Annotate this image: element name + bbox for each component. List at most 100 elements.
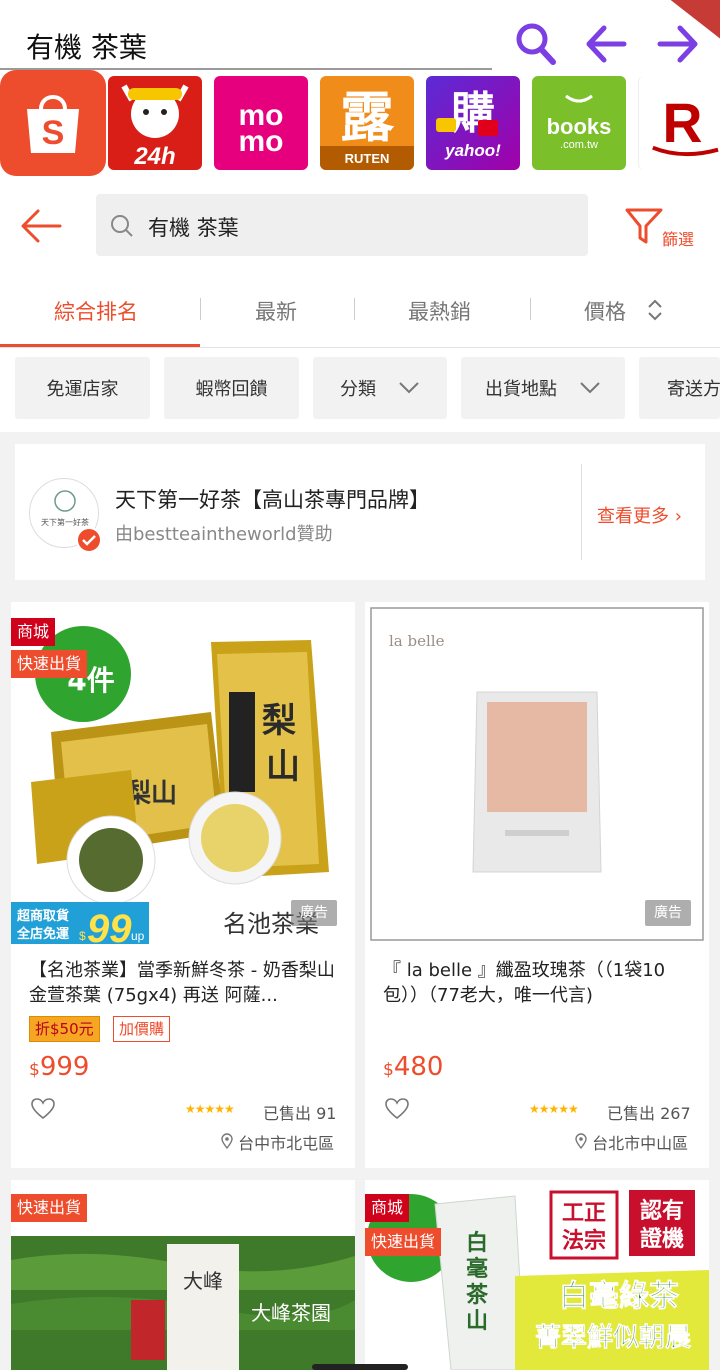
chip-label: 寄送方: [667, 379, 720, 400]
filter-funnel-icon[interactable]: [624, 206, 664, 246]
svg-text:$: $: [79, 929, 86, 943]
product-name: 【名池茶業】當季新鮮冬茶 - 奶香梨山金萱茶葉 (75gx4) 再送 阿薩...: [29, 960, 335, 1006]
heart-icon[interactable]: [31, 1098, 55, 1120]
currency-symbol: $: [29, 1060, 40, 1080]
svg-text:RUTEN: RUTEN: [345, 151, 390, 166]
chevron-down-icon: [399, 382, 419, 394]
back-arrow-icon[interactable]: [582, 18, 632, 68]
svg-text:99: 99: [87, 907, 132, 946]
svg-text:24h: 24h: [133, 143, 175, 170]
see-more-label: 查看更多: [597, 506, 669, 527]
svg-text:yahoo!: yahoo!: [444, 141, 501, 160]
fast-shipping-badge: 快速出貨: [11, 650, 88, 678]
verified-check-icon: [76, 527, 102, 553]
sponsored-by: 由bestteaintheworld贊助: [115, 524, 333, 545]
ad-tag: 廣告: [645, 900, 691, 926]
search-query-text[interactable]: 有機 茶葉: [26, 26, 147, 66]
svg-text:白: 白: [466, 1230, 488, 1256]
product-card[interactable]: 大峰 大峰茶園 快速出貨: [11, 1180, 355, 1370]
active-tab-indicator: [0, 344, 200, 347]
tab-relevance[interactable]: 綜合排名: [54, 296, 138, 326]
rakuten-icon: R: [652, 92, 719, 157]
location: 台中市北屯區: [221, 1130, 334, 1154]
tab-divider: [354, 298, 355, 320]
product-price: $480: [383, 1052, 443, 1082]
tab-top-sales[interactable]: 最熱銷: [408, 296, 471, 326]
fast-shipping-badge: 快速出貨: [11, 1194, 88, 1222]
chip-free-shipping-store[interactable]: 免運店家: [15, 357, 150, 419]
product-card[interactable]: 4件 梨 山 梨山 超商取貨 全店免運 $ 99 up 名池茶業 商城 快速出貨…: [11, 602, 355, 1168]
sort-tabs: 綜合排名 最新 最熱銷 價格: [0, 274, 720, 348]
product-price: $999: [29, 1052, 89, 1082]
rating-stars: ★★★★★: [185, 1102, 235, 1116]
product-card[interactable]: la belle 廣告 『 la belle 』纖盈玫瑰茶（（1袋10包））（7…: [365, 602, 709, 1168]
shopee-app-button[interactable]: S: [0, 70, 106, 176]
svg-text:茶: 茶: [466, 1282, 489, 1308]
sponsored-shop-card[interactable]: 天下第一好茶 天下第一好茶【高山茶專門品牌】 由bestteaintheworl…: [15, 444, 705, 580]
tab-divider: [200, 298, 201, 320]
chip-label: 分類: [340, 379, 376, 400]
yahoo-shopping-icon: 購 yahoo!: [436, 88, 501, 160]
back-arrow-icon[interactable]: [20, 206, 64, 246]
ruten-icon: 露 RUTEN: [320, 86, 414, 170]
svg-text:毫: 毫: [466, 1256, 488, 1282]
svg-text:mo: mo: [239, 125, 284, 153]
chip-label: 免運店家: [46, 379, 119, 400]
filter-label[interactable]: 篩選: [662, 226, 694, 250]
books-icon: books .com.tw: [547, 94, 611, 151]
chip-coin-cashback[interactable]: 蝦幣回饋: [164, 357, 299, 419]
svg-text:大峰茶園: 大峰茶園: [251, 1301, 331, 1325]
chip-ship-from[interactable]: 出貨地點: [461, 357, 625, 419]
shopping-app-strip: S 24h mo mo 露 RUTEN 購 yahoo! books .com.…: [0, 70, 720, 178]
rakuten-app-button[interactable]: R: [638, 76, 720, 170]
location-text: 台北市中山區: [592, 1134, 689, 1153]
forward-arrow-icon[interactable]: [652, 18, 702, 68]
search-icon: [111, 215, 133, 237]
sold-count: 已售出 267: [607, 1104, 691, 1123]
svg-text:工正: 工正: [562, 1201, 606, 1226]
svg-text:白毫綠茶: 白毫綠茶: [559, 1279, 680, 1314]
heart-icon[interactable]: [385, 1098, 409, 1120]
see-more-link[interactable]: 查看更多 ›: [597, 502, 682, 528]
svg-text:法宗: 法宗: [562, 1228, 606, 1254]
location-pin-icon: [575, 1133, 587, 1150]
product-image: 白 毫 茶 山 工正 法宗 認有 證機 白毫綠茶 菁翠鮮似朝晨 商城 快速出貨: [365, 1180, 709, 1370]
svg-text:大峰: 大峰: [183, 1269, 223, 1293]
momo-app-button[interactable]: mo mo: [214, 76, 308, 170]
shop-title: 天下第一好茶【高山茶專門品牌】: [115, 488, 430, 512]
svg-text:菁翠鮮似朝晨: 菁翠鮮似朝晨: [535, 1322, 692, 1353]
location: 台北市中山區: [575, 1130, 688, 1154]
svg-text:山: 山: [466, 1308, 488, 1334]
add-on-tag: 加價購: [113, 1016, 171, 1042]
tab-divider: [530, 298, 531, 320]
tab-latest[interactable]: 最新: [255, 296, 297, 326]
svg-text:up: up: [131, 929, 145, 943]
shop-logo: 天下第一好茶: [29, 478, 102, 553]
shopee-bag-icon: S: [27, 95, 79, 153]
mall-badge: 商城: [365, 1194, 410, 1222]
product-card[interactable]: 白 毫 茶 山 工正 法宗 認有 證機 白毫綠茶 菁翠鮮似朝晨 商城 快速出貨: [365, 1180, 709, 1370]
shopee-search-input[interactable]: 有機 茶葉: [96, 194, 588, 256]
ad-tag: 廣告: [291, 900, 337, 926]
svg-text:R: R: [662, 92, 702, 154]
search-icon[interactable]: [510, 18, 560, 68]
yahoo-app-button[interactable]: 購 yahoo!: [426, 76, 520, 170]
tab-price[interactable]: 價格: [584, 296, 626, 326]
books-app-button[interactable]: books .com.tw: [532, 76, 626, 170]
svg-text:超商取貨: 超商取貨: [17, 908, 69, 924]
svg-text:全店免運: 全店免運: [16, 926, 69, 942]
svg-text:認有: 認有: [640, 1198, 684, 1224]
pchome-app-button[interactable]: 24h: [108, 76, 202, 170]
location-pin-icon: [221, 1133, 233, 1150]
price-value: 480: [393, 1052, 444, 1082]
chip-shipping-method[interactable]: 寄送方: [639, 357, 720, 419]
search-query: 有機 茶葉: [148, 216, 239, 240]
svg-text:露: 露: [340, 86, 395, 149]
chip-category[interactable]: 分類: [313, 357, 447, 419]
svg-text:.com.tw: .com.tw: [560, 139, 598, 151]
price-value: 999: [39, 1052, 90, 1082]
product-image: la belle 廣告: [365, 602, 709, 946]
sort-updown-icon[interactable]: [646, 298, 664, 322]
sold-count: 已售出 91: [263, 1104, 337, 1123]
ruten-app-button[interactable]: 露 RUTEN: [320, 76, 414, 170]
